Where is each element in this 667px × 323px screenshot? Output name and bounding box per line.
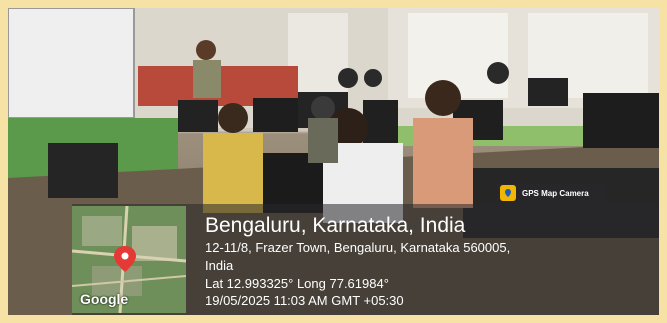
gps-map-camera-badge: GPS Map Camera <box>497 183 607 203</box>
address-line-1: 12-11/8, Frazer Town, Bengaluru, Karnata… <box>205 240 511 255</box>
location-title: Bengaluru, Karnataka, India <box>205 214 466 237</box>
timestamp-text: 19/05/2025 11:03 AM GMT +05:30 <box>205 293 404 308</box>
gps-map-camera-icon <box>500 185 516 201</box>
address-line-2: India <box>205 258 234 273</box>
google-map-brand: Google <box>80 291 129 307</box>
badge-label: GPS Map Camera <box>522 188 589 198</box>
coordinates-text: Lat 12.993325° Long 77.61984° <box>205 276 389 291</box>
